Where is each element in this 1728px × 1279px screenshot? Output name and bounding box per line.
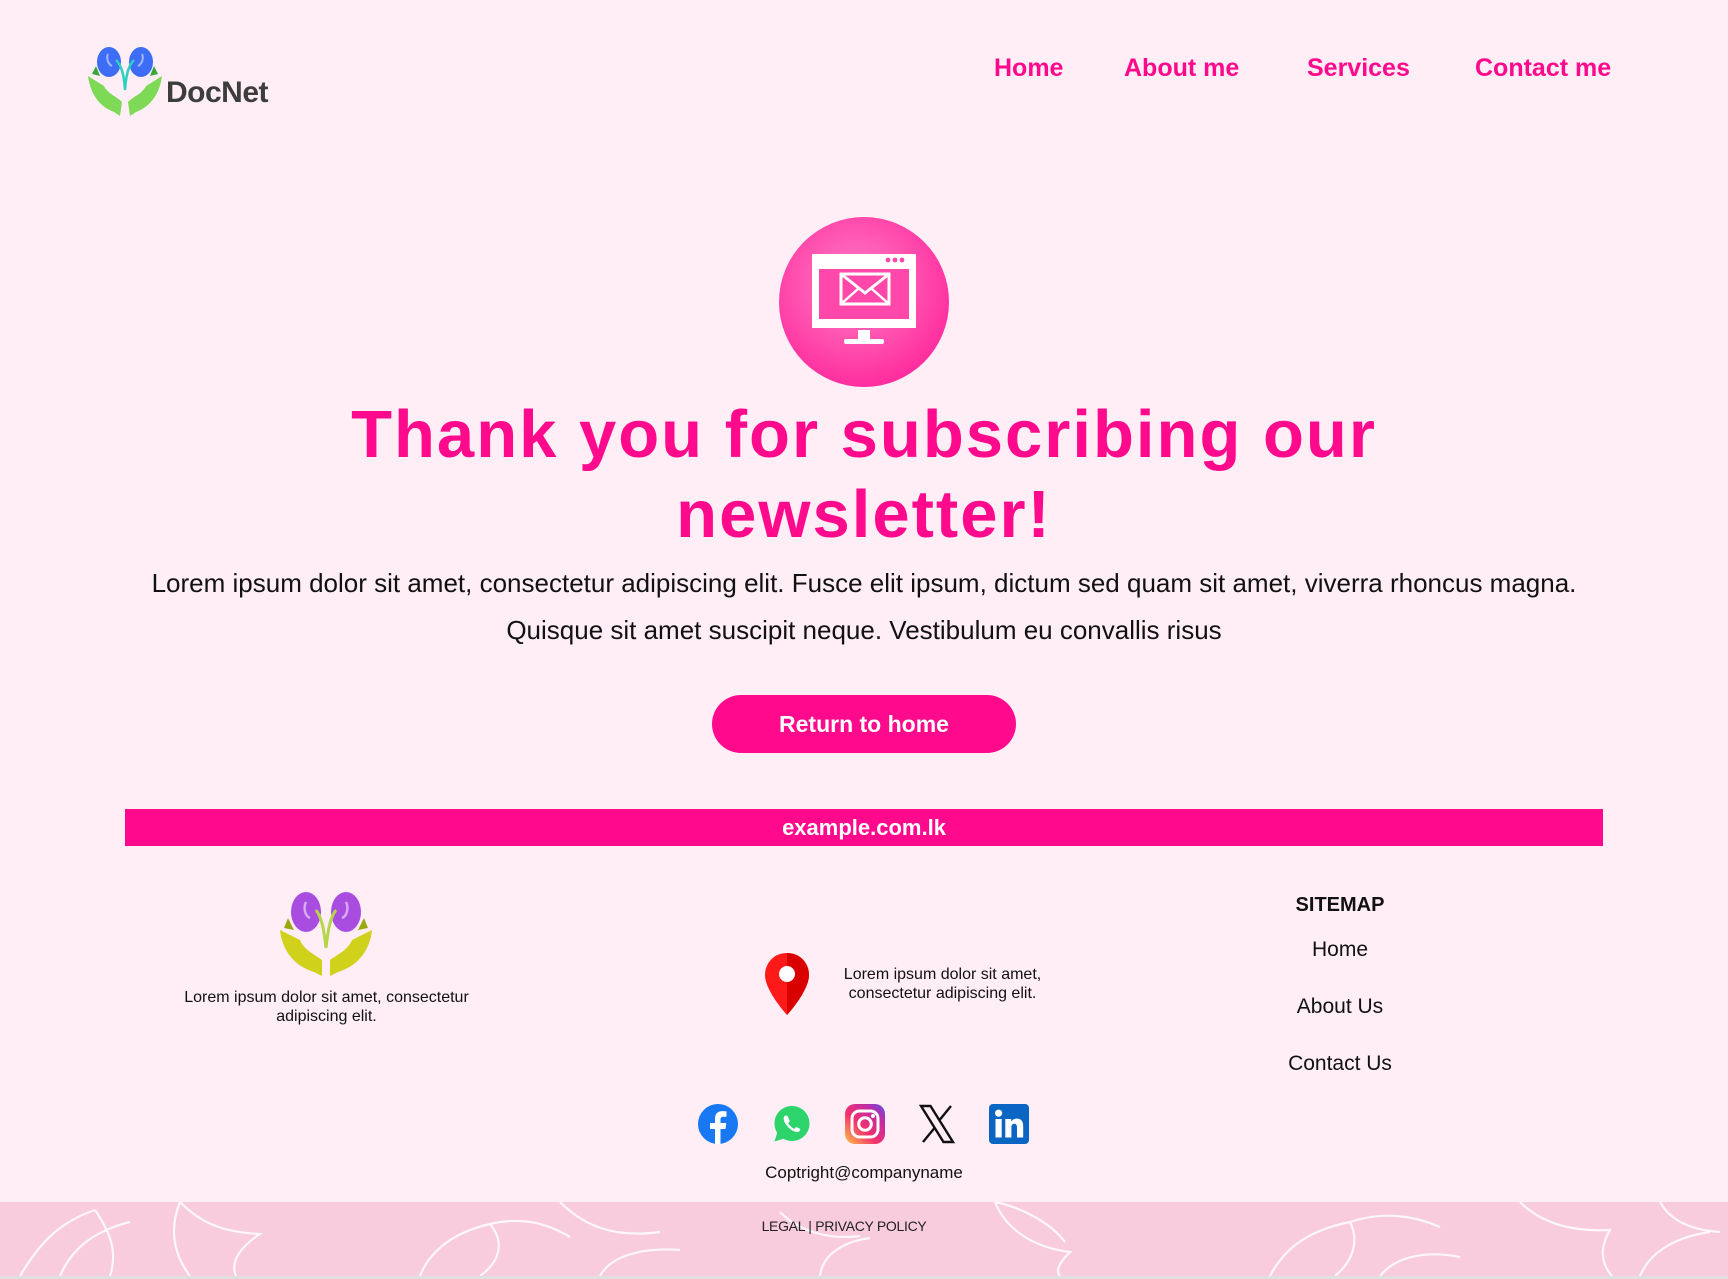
privacy-policy-link[interactable]: PRIVACY POLICY: [815, 1218, 927, 1234]
facebook-icon[interactable]: [697, 1103, 739, 1145]
sitemap-link-contact-us[interactable]: Contact Us: [1240, 1052, 1440, 1076]
footer-kidney-hands-logo-icon: [280, 892, 372, 976]
bottom-decorative-band: [0, 1202, 1728, 1276]
hero-description: Lorem ipsum dolor sit amet, consectetur …: [151, 568, 1577, 645]
legal-links: LEGAL | PRIVACY POLICY: [0, 1218, 1688, 1234]
footer-description: Lorem ipsum dolor sit amet, consectetur …: [184, 989, 469, 1025]
legal-separator: |: [808, 1218, 812, 1234]
newsletter-monitor-mail-icon: [812, 254, 916, 344]
floral-pattern-icon: [19, 1202, 1721, 1276]
instagram-icon[interactable]: [844, 1103, 886, 1145]
footer-address: Lorem ipsum dolor sit amet, consectetur …: [843, 966, 1042, 1002]
nav-about-me[interactable]: About me: [1124, 54, 1239, 83]
newsletter-icon-badge: [779, 217, 949, 387]
whatsapp-icon[interactable]: [771, 1103, 813, 1145]
return-to-home-button[interactable]: Return to home: [712, 695, 1016, 753]
brand-name: DocNet: [166, 76, 269, 109]
nav-contact-me[interactable]: Contact me: [1475, 54, 1611, 83]
x-icon[interactable]: [916, 1103, 958, 1145]
site-header: DocNet Home About me Services Contact me: [0, 0, 1728, 140]
domain-banner: example.com.lk: [125, 809, 1603, 846]
legal-link[interactable]: LEGAL: [762, 1218, 805, 1234]
brand-logo[interactable]: DocNet: [86, 46, 269, 118]
sitemap-link-home[interactable]: Home: [1240, 938, 1440, 962]
nav-services[interactable]: Services: [1307, 54, 1410, 83]
page-title: Thank you for subscribing our newsletter…: [351, 397, 1377, 552]
nav-home[interactable]: Home: [994, 54, 1063, 83]
location-pin-icon: [765, 953, 809, 1015]
kidney-hands-logo-icon: [88, 47, 162, 116]
linkedin-icon[interactable]: [988, 1103, 1030, 1145]
sitemap-link-about-us[interactable]: About Us: [1240, 995, 1440, 1019]
sitemap-heading: SITEMAP: [1295, 894, 1385, 916]
copyright-text: Coptright@companyname: [765, 1163, 963, 1182]
